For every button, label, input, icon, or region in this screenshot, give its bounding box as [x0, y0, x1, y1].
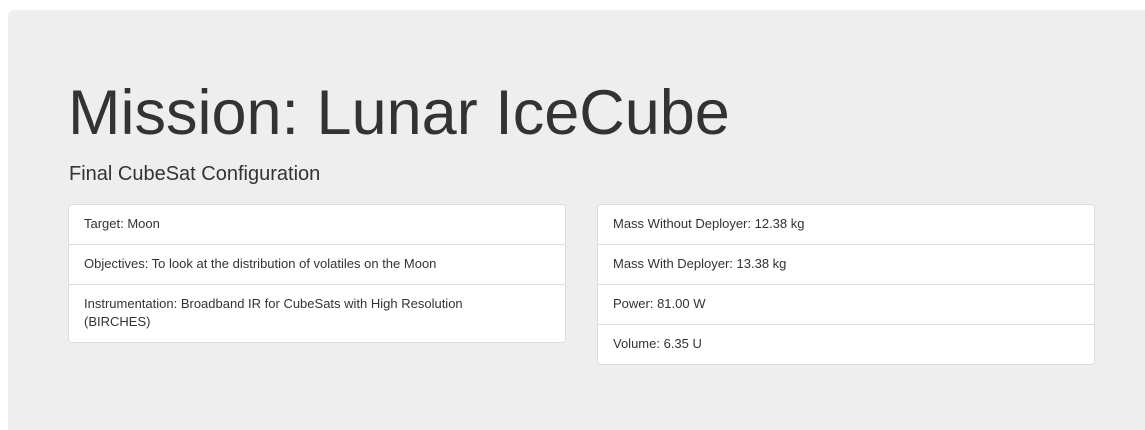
- list-item-volume: Volume: 6.35 U: [598, 324, 1094, 364]
- list-item-mass-with-deployer: Mass With Deployer: 13.38 kg: [598, 244, 1094, 284]
- mission-details-list: Target: Moon Objectives: To look at the …: [68, 204, 566, 343]
- list-item-target: Target: Moon: [84, 216, 160, 231]
- mission-jumbotron: Mission: Lunar IceCube Final CubeSat Con…: [8, 10, 1145, 430]
- page-title: Mission: Lunar IceCube: [68, 78, 730, 148]
- list-item-mass-without-deployer: Mass Without Deployer: 12.38 kg: [613, 216, 805, 231]
- list-item-objectives: Objectives: To look at the distribution …: [69, 244, 565, 284]
- specs-list: Mass Without Deployer: 12.38 kg Mass Wit…: [597, 204, 1095, 365]
- list-item-instrumentation: Instrumentation: Broadband IR for CubeSa…: [69, 284, 565, 342]
- page-subtitle: Final CubeSat Configuration: [69, 163, 321, 185]
- list-item-power: Power: 81.00 W: [598, 284, 1094, 324]
